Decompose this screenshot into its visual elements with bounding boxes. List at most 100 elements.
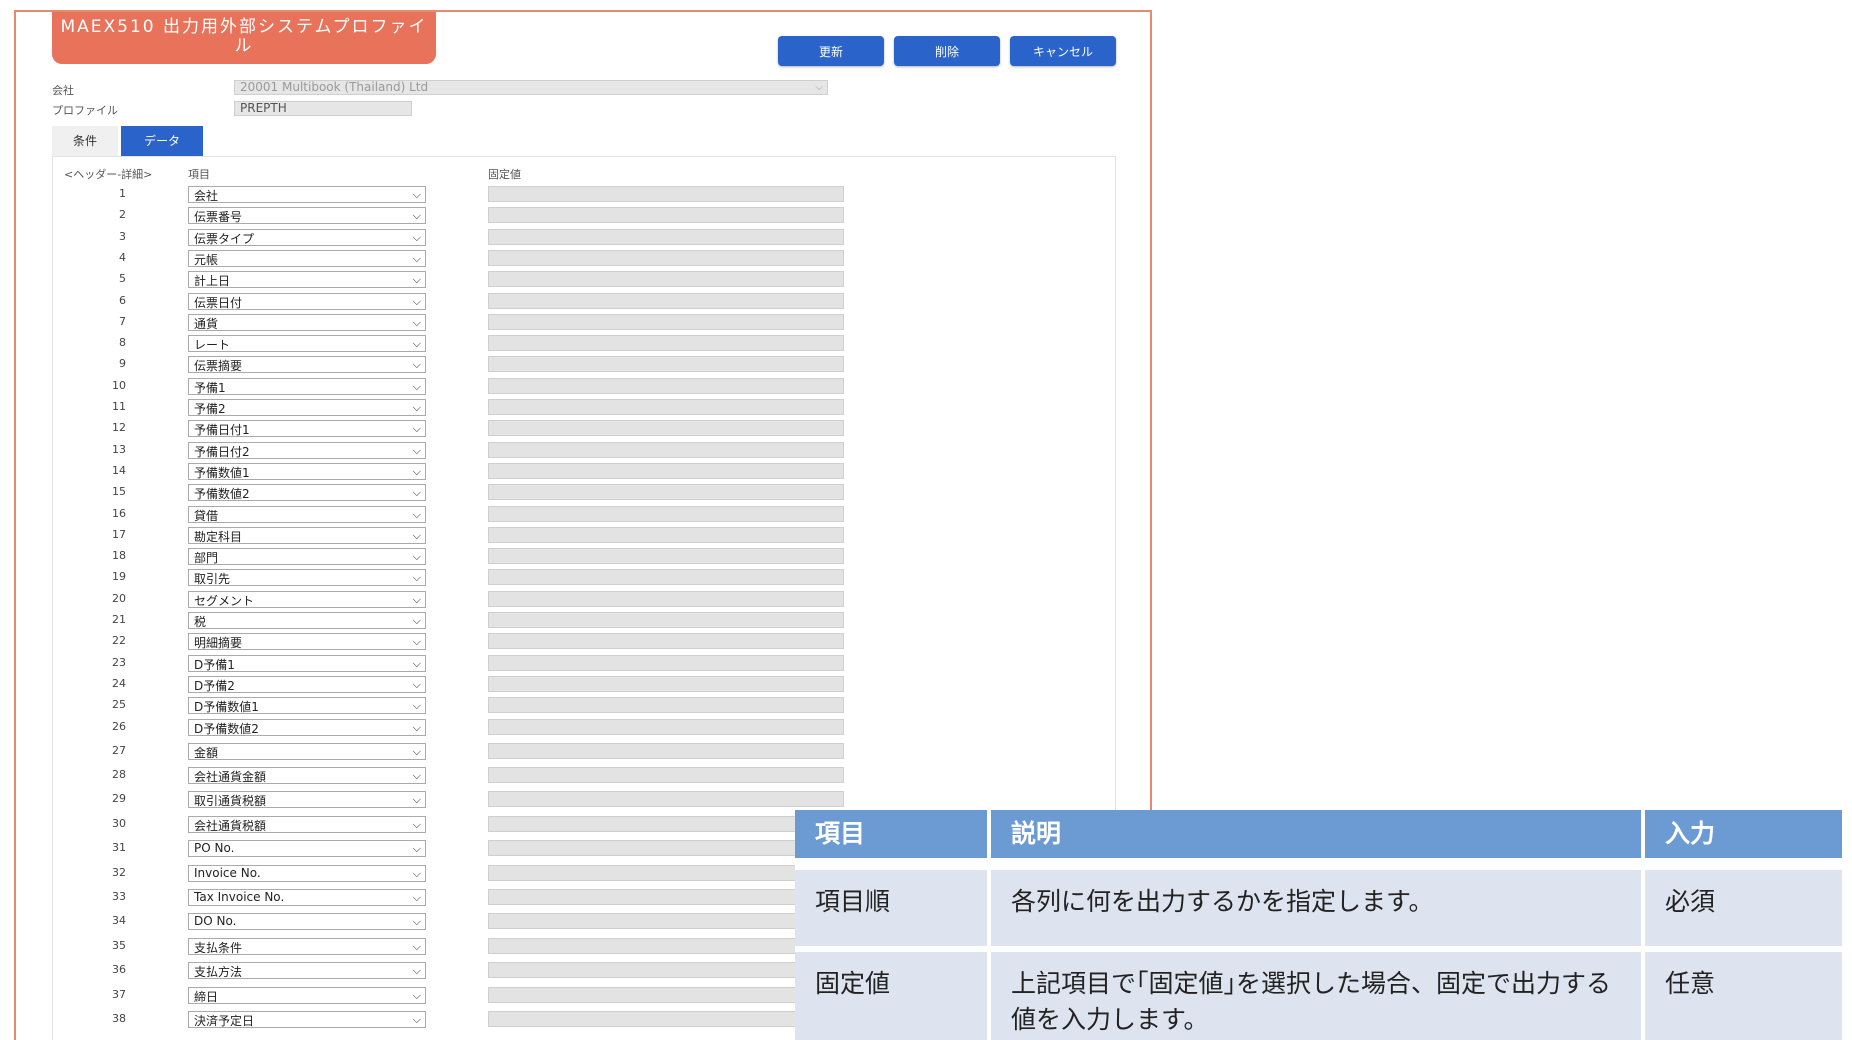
fixed-value-input[interactable]: [488, 742, 844, 759]
fixed-value-input[interactable]: [488, 612, 844, 628]
item-select[interactable]: D予備1 ⌵: [188, 654, 426, 672]
item-select[interactable]: 計上日 ⌵: [188, 271, 426, 289]
update-button[interactable]: 更新: [778, 36, 884, 66]
item-select[interactable]: 明細摘要 ⌵: [188, 633, 426, 651]
fixed-value-input[interactable]: [488, 505, 844, 522]
item-select[interactable]: 貸借 ⌵: [188, 505, 426, 523]
company-select[interactable]: 20001 Multibook (Thailand) Ltd ⌵: [234, 80, 828, 95]
tab-conditions[interactable]: 条件: [52, 126, 118, 156]
fixed-value-input[interactable]: [488, 484, 844, 501]
item-select[interactable]: 会社通貨税額 ⌵: [188, 815, 426, 833]
fixed-value-input[interactable]: [488, 569, 844, 586]
item-select[interactable]: 予備数値2 ⌵: [188, 484, 426, 502]
fixed-value-input[interactable]: [488, 815, 844, 832]
fixed-value-input[interactable]: [488, 1010, 844, 1027]
item-select-value: 取引通貨税額: [194, 794, 267, 809]
item-select[interactable]: 伝票タイプ ⌵: [188, 228, 426, 246]
item-select[interactable]: D予備数値2 ⌵: [188, 718, 426, 736]
item-select[interactable]: 予備1 ⌵: [188, 377, 426, 395]
fixed-value-input[interactable]: [488, 864, 844, 881]
chevron-down-icon: ⌵: [412, 1012, 421, 1026]
fixed-value-input[interactable]: [488, 766, 844, 783]
item-select[interactable]: 部門 ⌵: [188, 548, 426, 566]
item-select[interactable]: 勘定科目 ⌵: [188, 526, 426, 544]
fixed-value-input[interactable]: [488, 590, 844, 607]
chevron-down-icon: ⌵: [412, 315, 421, 329]
fixed-value-input[interactable]: [488, 399, 844, 415]
section-header: <ヘッダー-詳細>: [64, 168, 153, 181]
fixed-value-input[interactable]: [488, 888, 844, 905]
fixed-value-input[interactable]: [488, 675, 844, 692]
item-select[interactable]: 会社通貨金額 ⌵: [188, 766, 426, 784]
fixed-value-input[interactable]: [488, 462, 844, 479]
fixed-value-input[interactable]: [488, 356, 844, 373]
item-select[interactable]: 予備数値1 ⌵: [188, 462, 426, 480]
item-select[interactable]: 支払条件 ⌵: [188, 937, 426, 955]
item-select[interactable]: PO No. ⌵: [188, 840, 426, 858]
legend-header-input: 入力: [1645, 810, 1842, 858]
item-select[interactable]: 予備日付2 ⌵: [188, 441, 426, 459]
row-number: 32: [112, 865, 126, 879]
fixed-value-input[interactable]: [488, 986, 844, 1003]
fixed-value-input[interactable]: [488, 313, 844, 330]
fixed-value-input[interactable]: [488, 186, 844, 202]
fixed-value-input[interactable]: [488, 791, 844, 808]
fixed-value-input[interactable]: [488, 292, 844, 309]
item-select[interactable]: 予備2 ⌵: [188, 399, 426, 416]
item-select[interactable]: D予備数値1 ⌵: [188, 697, 426, 715]
item-select[interactable]: セグメント ⌵: [188, 590, 426, 608]
item-select-value: Invoice No.: [194, 865, 261, 880]
item-select[interactable]: DO No. ⌵: [188, 913, 426, 931]
fixed-value-input[interactable]: [488, 441, 844, 458]
item-select[interactable]: 取引先 ⌵: [188, 569, 426, 587]
item-select[interactable]: 締日 ⌵: [188, 986, 426, 1004]
row-number: 38: [112, 1011, 126, 1025]
fixed-value-input[interactable]: [488, 633, 844, 650]
item-select[interactable]: 取引通貨税額 ⌵: [188, 791, 426, 809]
item-select[interactable]: 支払方法 ⌵: [188, 962, 426, 980]
fixed-value-input[interactable]: [488, 228, 844, 245]
chevron-down-icon: ⌵: [412, 720, 421, 734]
chevron-down-icon: ⌵: [412, 939, 421, 953]
fixed-value-input[interactable]: [488, 420, 844, 437]
item-select[interactable]: 予備日付1 ⌵: [188, 420, 426, 438]
fixed-value-input[interactable]: [488, 548, 844, 565]
fixed-value-input[interactable]: [488, 840, 844, 857]
chevron-down-icon: ⌵: [412, 464, 421, 478]
fixed-value-input[interactable]: [488, 526, 844, 543]
item-select[interactable]: 金額 ⌵: [188, 742, 426, 760]
item-select[interactable]: 決済予定日 ⌵: [188, 1010, 426, 1028]
item-select[interactable]: D予備2 ⌵: [188, 675, 426, 693]
item-select[interactable]: レート ⌵: [188, 335, 426, 353]
fixed-value-input[interactable]: [488, 207, 844, 224]
item-select[interactable]: 会社 ⌵: [188, 186, 426, 203]
item-select-value: D予備数値2: [194, 721, 259, 736]
tab-data[interactable]: データ: [121, 126, 203, 156]
row-number: 27: [112, 743, 126, 757]
fixed-value-input[interactable]: [488, 377, 844, 394]
item-select[interactable]: 伝票番号 ⌵: [188, 207, 426, 225]
fixed-value-input[interactable]: [488, 718, 844, 735]
item-select[interactable]: Invoice No. ⌵: [188, 864, 426, 882]
fixed-value-input[interactable]: [488, 335, 844, 352]
item-select[interactable]: 伝票摘要 ⌵: [188, 356, 426, 374]
fixed-value-input[interactable]: [488, 937, 844, 954]
fixed-value-input[interactable]: [488, 697, 844, 714]
item-select[interactable]: Tax Invoice No. ⌵: [188, 888, 426, 906]
item-select[interactable]: 元帳 ⌵: [188, 249, 426, 267]
chevron-down-icon: ⌵: [412, 358, 421, 372]
fixed-value-input[interactable]: [488, 962, 844, 979]
fixed-value-input[interactable]: [488, 249, 844, 266]
company-label: 会社: [52, 84, 74, 97]
item-select[interactable]: 伝票日付 ⌵: [188, 292, 426, 310]
fixed-value-input[interactable]: [488, 913, 844, 930]
item-select-value: 取引先: [194, 572, 231, 587]
row-number: 1: [119, 187, 126, 200]
fixed-value-input[interactable]: [488, 271, 844, 288]
item-select[interactable]: 税 ⌵: [188, 612, 426, 629]
fixed-value-input[interactable]: [488, 654, 844, 671]
cancel-button[interactable]: キャンセル: [1010, 36, 1116, 66]
item-select[interactable]: 通貨 ⌵: [188, 313, 426, 331]
row-number: 16: [112, 506, 126, 520]
delete-button[interactable]: 削除: [894, 36, 1000, 66]
